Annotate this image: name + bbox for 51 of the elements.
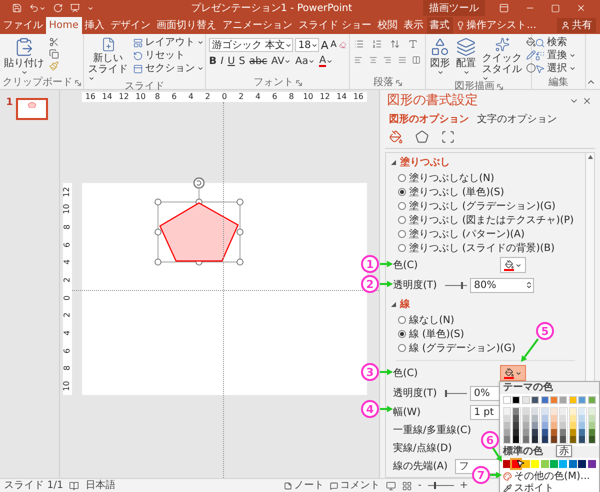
ruler-number: 6 [271,93,278,101]
ruler-number: 8 [64,366,72,371]
field-label: 幅(W) [393,406,422,420]
group-label: フォント [254,78,294,88]
window-title: プレゼンテーション1 - PowerPoint [190,2,354,16]
slide-counter: スライド 1/1 [4,479,64,492]
tooltip: 赤 [556,445,572,457]
field-label: 色(C) [393,258,419,272]
ruler-number: 2 [64,278,72,283]
ruler-number: 10 [64,380,72,392]
ruler-number: 12 [118,93,130,101]
ruler-number: 16 [84,93,96,101]
field-label: 透明度(T) [393,278,438,292]
ruler-number: 16 [352,93,364,101]
ruler-number: 4 [64,260,72,265]
ruler-number: 6 [170,93,178,101]
ruler-number: 8 [288,93,295,101]
field-label: 透明度(T) [393,386,438,400]
ruler-number: 6 [64,242,72,248]
ruler-number: 14 [336,93,348,101]
ruler-number: 0 [220,93,228,101]
ruler-number: 10 [64,204,72,215]
ruler-number: 0 [64,295,72,300]
ruler-number: 4 [187,93,194,101]
group-label: 編集 [548,78,568,88]
field-label: 色(C) [393,366,419,380]
ruler-number: 10 [134,93,147,101]
ruler-number: 12 [64,186,72,197]
ruler-number: 6 [64,348,72,354]
ruler-number: 2 [204,93,212,101]
group-label: スライド [124,82,164,92]
ruler-number: 2 [238,93,245,101]
group-label: 段落 [374,78,394,88]
menu-heading: テーマの色 [500,382,599,394]
ruler-number: 4 [64,330,72,336]
pane-title: 図形の書式設定 [387,92,478,110]
field-label: 線の先端(A) [393,460,449,474]
ruler-number: 12 [318,93,331,101]
ruler-number: 4 [254,93,262,101]
group-label: 図形描画 [454,82,494,92]
context-tab-label: 描画ツール [423,0,485,16]
ruler-number: 10 [302,93,314,101]
ruler-number: 8 [64,224,72,230]
language-label: 日本語 [85,478,116,492]
ruler-number: 14 [101,93,114,101]
group-label: クリップボード [2,78,72,88]
field-label: 一重線/多重線(C) [393,424,472,438]
field-label: 実線/点線(D) [393,442,453,456]
ruler-number: 8 [154,93,161,101]
slide-number: 1 [6,98,13,110]
ruler-number: 2 [64,312,72,318]
